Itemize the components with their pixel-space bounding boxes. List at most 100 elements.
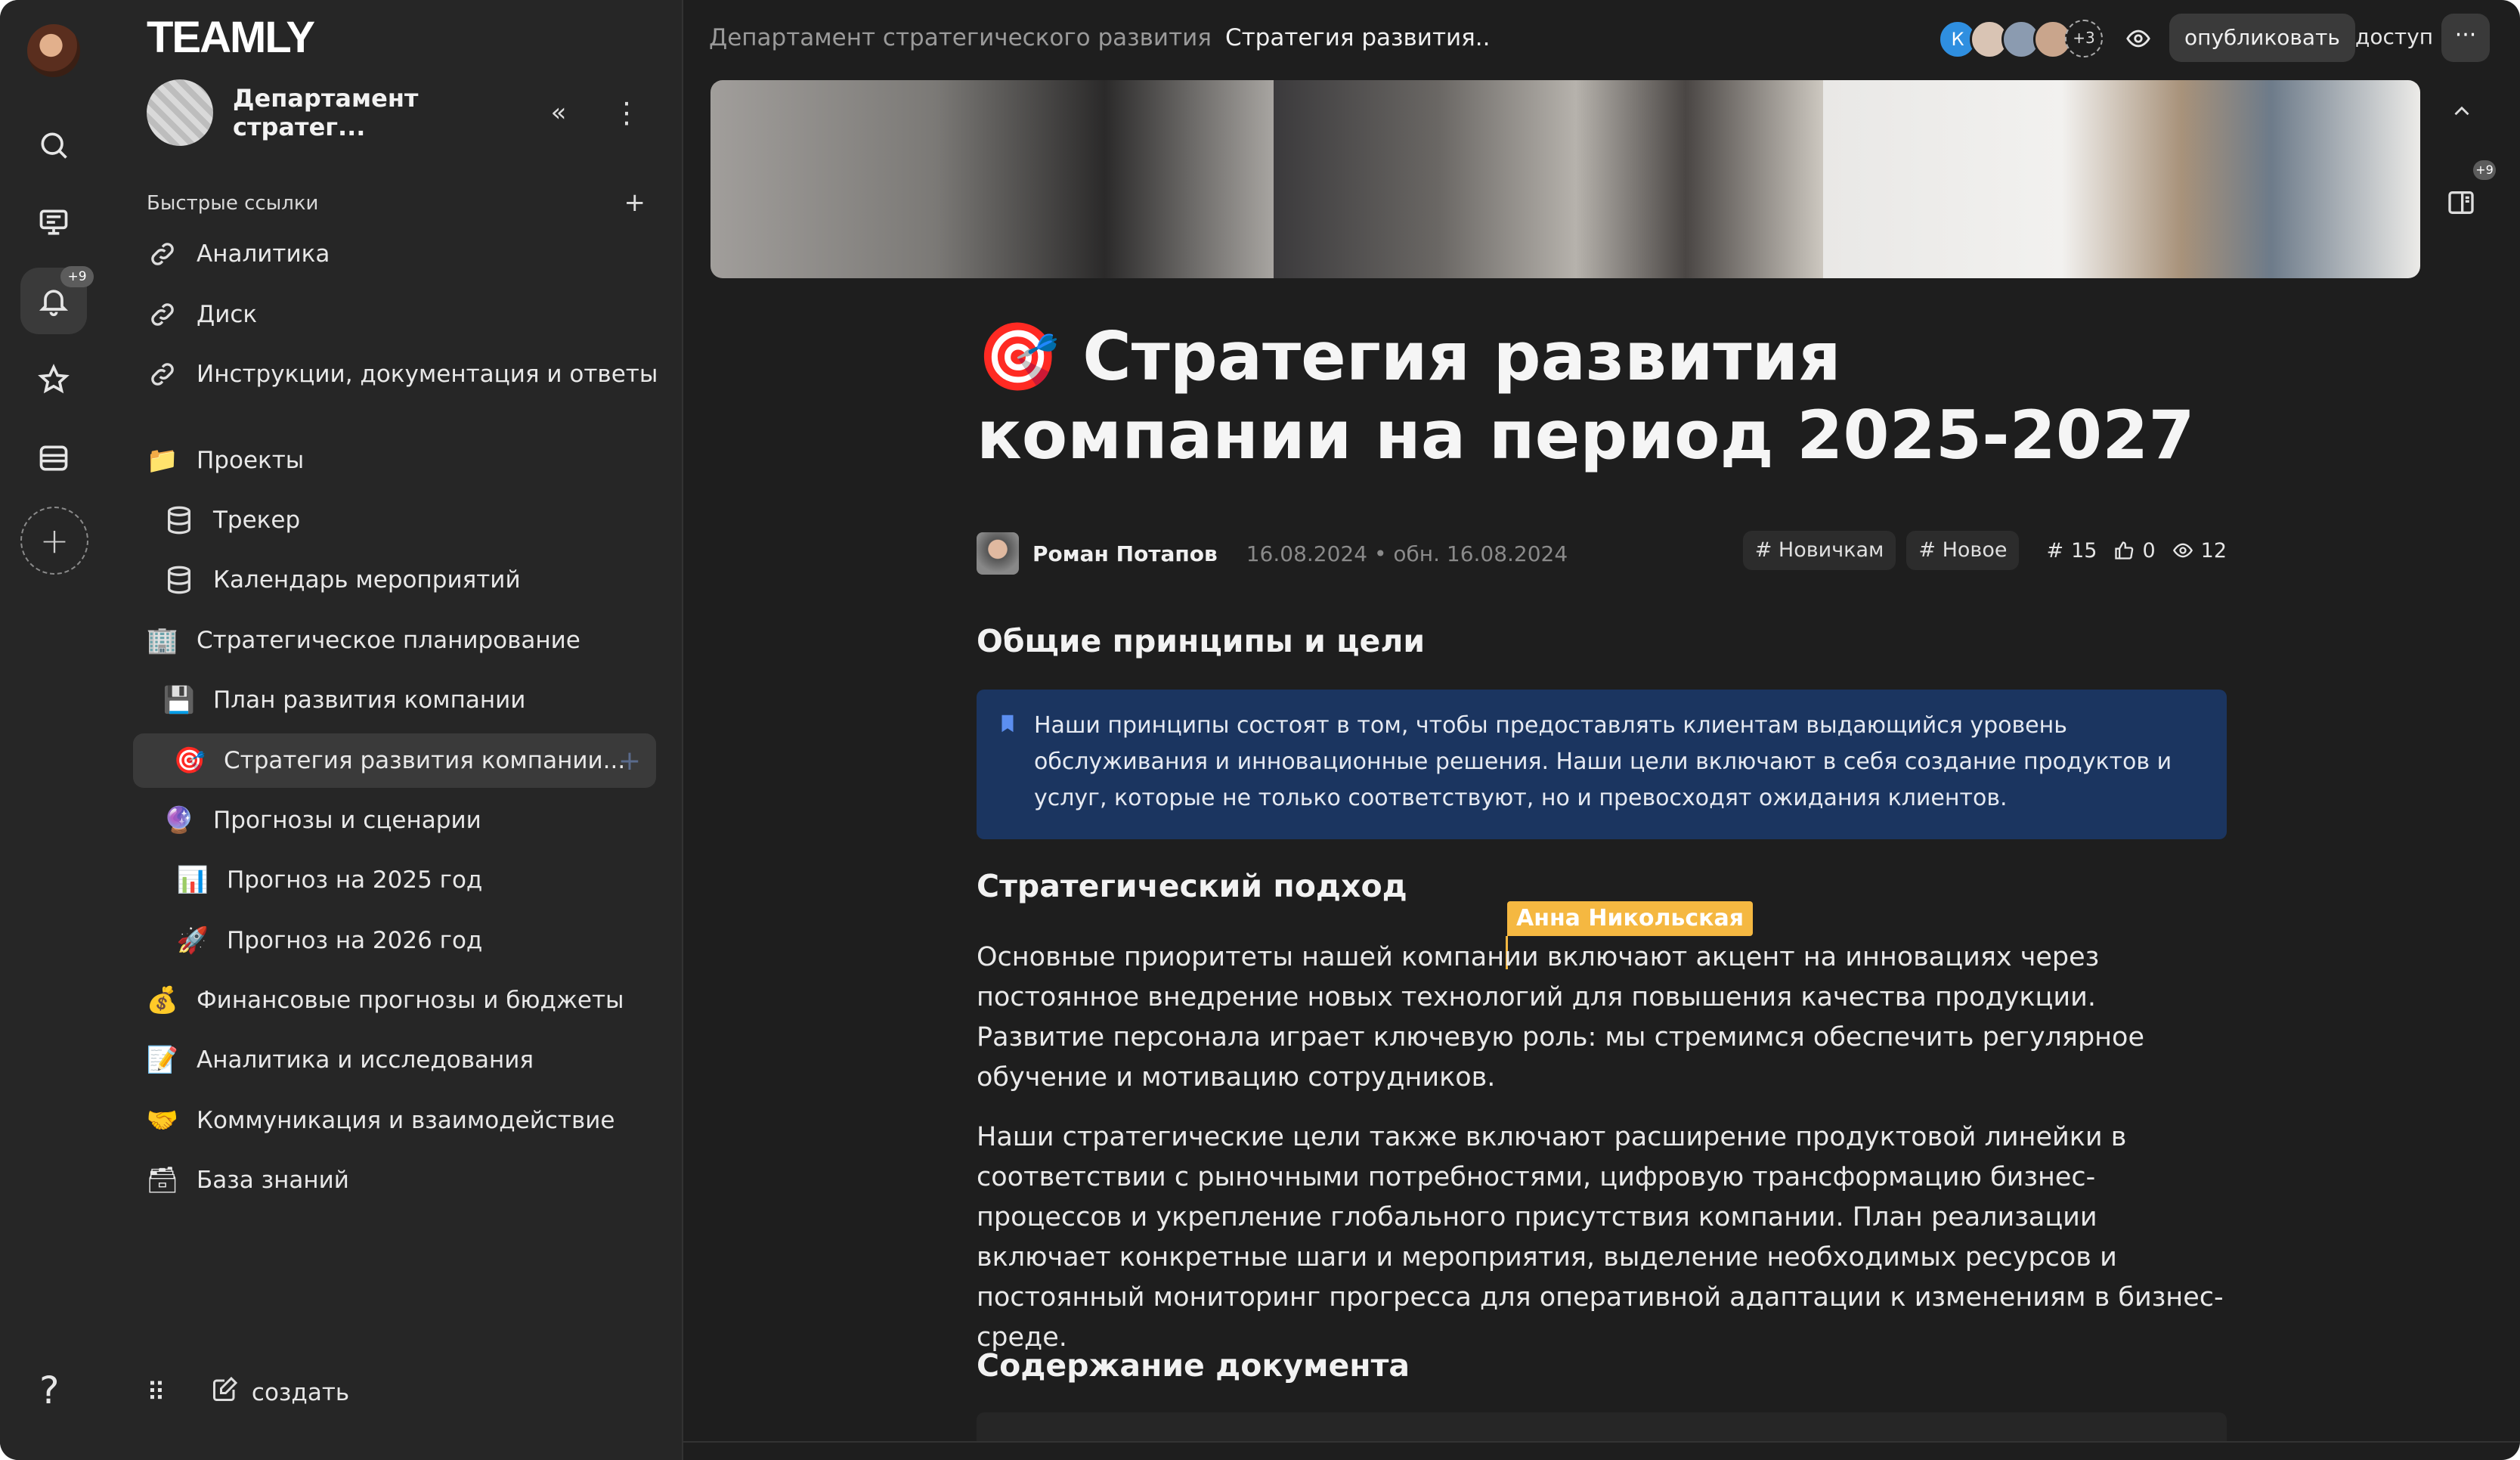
database-icon: [160, 561, 198, 599]
paragraph[interactable]: Основные приоритеты нашей компании включ…: [977, 938, 2227, 1098]
breadcrumb-parent[interactable]: Департамент стратегического развития: [709, 24, 1212, 51]
tree-item-forecasts[interactable]: 🔮 Прогнозы и сценарии: [160, 793, 481, 848]
memo-icon: 📝: [146, 1045, 179, 1075]
crystal-ball-icon: 🔮: [163, 805, 196, 835]
more-collaborators[interactable]: +3: [2065, 20, 2103, 57]
callout-block[interactable]: Наши принципы состоят в том, чтобы предо…: [977, 690, 2227, 839]
collaborator-cursor-label: Анна Никольская: [1507, 901, 1754, 936]
tree-item-forecast-2026[interactable]: 🚀 Прогноз на 2026 год: [174, 913, 483, 968]
tree-item-communication[interactable]: 🤝 Коммуникация и взаимодействие: [144, 1093, 615, 1148]
collaborator-avatars[interactable]: К +3: [1938, 20, 2103, 59]
presentation-icon[interactable]: [20, 189, 87, 256]
section-heading-approach: Стратегический подход: [977, 868, 1407, 904]
section-heading-contents: Содержание документа: [977, 1347, 1410, 1384]
tag[interactable]: # Новичкам: [1742, 531, 1896, 570]
callout-text: Наши принципы состоят в том, чтобы предо…: [1034, 712, 2172, 811]
tree-item-finance[interactable]: 💰 Финансовые прогнозы и бюджеты: [144, 973, 624, 1028]
card-index-icon: 🗃: [146, 1165, 179, 1195]
eye-icon[interactable]: [2125, 26, 2151, 54]
workspace-avatar: [147, 79, 213, 146]
side-panel-icon[interactable]: [2446, 188, 2476, 221]
tree-item-calendar[interactable]: Календарь мероприятий: [160, 553, 521, 607]
tree-item-forecast-2025[interactable]: 📊 Прогноз на 2025 год: [174, 853, 483, 907]
author-name[interactable]: Роман Потапов: [1032, 541, 1218, 566]
tree-item-analytics-research[interactable]: 📝 Аналитика и исследования: [144, 1033, 534, 1087]
tree-item-label: План развития компании: [213, 687, 526, 714]
article-meta: Роман Потапов 16.08.2024 • обн. 16.08.20…: [977, 531, 2227, 576]
tree-item-label: Календарь мероприятий: [213, 566, 521, 594]
page-title[interactable]: 🎯 Стратегия развития компании на период …: [977, 318, 2227, 475]
tree-item-projects[interactable]: 📁 Проекты: [144, 433, 304, 488]
create-button[interactable]: создать: [252, 1379, 349, 1406]
add-quick-link-button[interactable]: +: [624, 188, 646, 218]
quick-link-docs[interactable]: Инструкции, документация и ответы: [144, 347, 658, 401]
divider: [683, 1441, 2520, 1443]
tree-item-label: Коммуникация и взаимодействие: [197, 1107, 615, 1134]
add-workspace-button[interactable]: +: [20, 507, 88, 575]
inbox-icon[interactable]: [20, 425, 87, 491]
tag[interactable]: # Новое: [1906, 531, 2020, 570]
like-count[interactable]: 0: [2113, 539, 2156, 563]
tags: # Новичкам # Новое #15 0 12: [1742, 531, 2227, 570]
tree-item-label: Стратегическое планирование: [197, 627, 580, 654]
search-icon[interactable]: [20, 112, 87, 178]
article-date: 16.08.2024 • обн. 16.08.2024: [1246, 541, 1568, 566]
sidebar: TEAMLY Департамент стратег... « ⋮ Быстры…: [107, 0, 683, 1460]
quick-link-label: Инструкции, документация и ответы: [197, 361, 658, 388]
tree-item-strategy-active[interactable]: 🎯 Стратегия развития компании... +: [133, 733, 656, 788]
side-panel-badge: +9: [2473, 160, 2496, 180]
target-icon[interactable]: 🎯: [977, 318, 1060, 395]
link-icon: [144, 235, 181, 273]
user-avatar[interactable]: [27, 24, 80, 77]
paragraph[interactable]: Наши стратегические цели также включают …: [977, 1117, 2227, 1358]
tree-item-tracker[interactable]: Трекер: [160, 493, 300, 547]
target-icon: 🎯: [173, 745, 206, 776]
tree-item-label: Прогнозы и сценарии: [213, 807, 481, 834]
eye-icon: [2172, 543, 2193, 558]
more-options-button[interactable]: ···: [2441, 14, 2490, 62]
star-icon[interactable]: [20, 346, 87, 413]
add-subpage-button[interactable]: +: [618, 745, 641, 776]
workspace-menu-icon[interactable]: ⋮: [608, 96, 645, 129]
office-building-icon: 🏢: [146, 625, 179, 656]
cover-image[interactable]: [710, 80, 2420, 278]
quick-link-analytics[interactable]: Аналитика: [144, 227, 330, 281]
contents-block[interactable]: [977, 1412, 2227, 1443]
right-tools: [2446, 98, 2476, 221]
tree-item-label: Стратегия развития компании...: [224, 747, 626, 774]
app-window: +9 + ? TEAMLY Департамент стратег... « ⋮…: [0, 0, 2520, 1460]
logo: TEAMLY: [147, 13, 315, 62]
link-icon: [144, 296, 181, 333]
database-icon: [160, 501, 198, 539]
view-count: 12: [2172, 539, 2227, 563]
tree-item-label: Трекер: [213, 507, 301, 534]
view-count-value: 12: [2200, 538, 2227, 563]
access-button[interactable]: доступ: [2355, 24, 2433, 49]
tree-item-knowledge-base[interactable]: 🗃 База знаний: [144, 1153, 349, 1207]
quick-links-header: Быстрые ссылки +: [147, 188, 645, 218]
thumbs-up-icon: [2115, 541, 2134, 560]
workspace-header[interactable]: Департамент стратег... « ⋮: [147, 79, 645, 147]
quick-link-disk[interactable]: Диск: [144, 287, 257, 342]
quick-links-label: Быстрые ссылки: [147, 192, 319, 215]
top-bar: Департамент стратегического развития Стр…: [683, 0, 2520, 76]
publish-button[interactable]: опубликовать: [2169, 14, 2355, 62]
tree-item-development-plan[interactable]: 💾 План развития компании: [160, 673, 526, 727]
chevron-up-icon[interactable]: [2449, 98, 2476, 127]
workspace-name[interactable]: Департамент стратег...: [233, 84, 540, 141]
tree-item-strategic-planning[interactable]: 🏢 Стратегическое планирование: [144, 613, 580, 668]
cover-photo-middle: [1274, 80, 1823, 278]
tree-item-label: Финансовые прогнозы и бюджеты: [197, 987, 624, 1014]
help-icon[interactable]: ?: [39, 1369, 60, 1412]
cover-photo-right: [1823, 80, 2420, 278]
collapse-sidebar-icon[interactable]: «: [540, 98, 577, 128]
money-bag-icon: 💰: [146, 985, 179, 1015]
handshake-icon: 🤝: [146, 1105, 179, 1136]
title-text[interactable]: Стратегия развития компании на период 20…: [977, 318, 2195, 474]
hash-icon: #: [2046, 538, 2064, 563]
create-icon: [211, 1376, 238, 1409]
tree-item-label: Аналитика и исследования: [197, 1046, 534, 1074]
author-avatar[interactable]: [977, 532, 1019, 575]
quick-link-label: Диск: [197, 301, 258, 328]
apps-grid-icon[interactable]: ⠿: [147, 1378, 166, 1408]
